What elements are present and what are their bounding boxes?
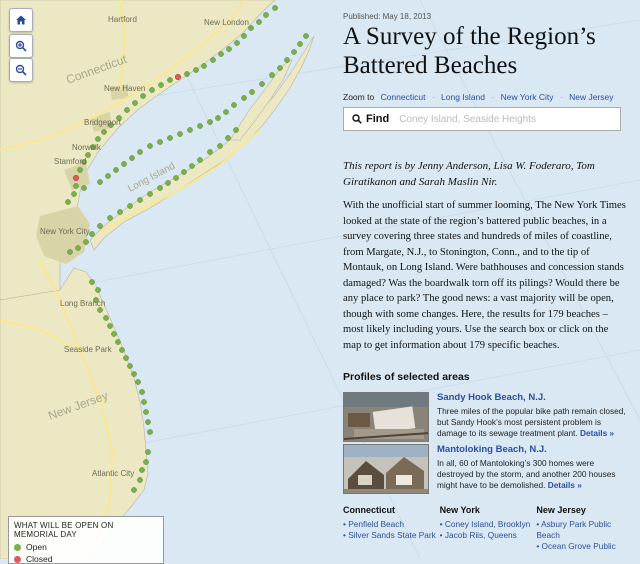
closed-swatch (14, 555, 21, 563)
search-input[interactable] (397, 112, 582, 126)
article-body: With the unofficial start of summer loom… (343, 200, 626, 351)
zoom-to-nav: Zoom to Connecticut · Long Island · New … (343, 92, 614, 102)
profile-title[interactable]: Sandy Hook Beach, N.J. (437, 392, 629, 403)
state-heading: New Jersey (536, 505, 586, 515)
label-new-haven: New Haven (104, 84, 145, 93)
beach-link[interactable]: • Silver Sands State Park (343, 530, 440, 541)
label-norwalk: Norwalk (72, 143, 102, 152)
label-long-branch: Long Branch (60, 299, 105, 308)
find-box[interactable]: Find (343, 107, 621, 131)
beach-link[interactable]: • Jacob Riis, Queens (440, 530, 537, 541)
label-bridgeport: Bridgeport (84, 118, 122, 127)
search-icon (350, 114, 364, 124)
state-heading: Connecticut (343, 505, 396, 515)
state-connecticut: Connecticut • Penfield Beach • Silver Sa… (343, 505, 440, 552)
zoom-link-long-island[interactable]: Long Island (441, 92, 485, 102)
label-new-london: New London (204, 18, 249, 27)
open-swatch (14, 543, 21, 551)
profile-photo[interactable] (343, 392, 429, 442)
state-new-jersey: New Jersey • Asbury Park Public Beach • … (536, 505, 633, 552)
legend-title: What will be open on Memorial Day (14, 521, 114, 539)
profile-title[interactable]: Mantoloking Beach, N.J. (437, 444, 629, 455)
zoom-link-new-jersey[interactable]: New Jersey (569, 92, 613, 102)
beach-link[interactable]: • Asbury Park Public Beach (536, 519, 633, 541)
zoom-in-icon (15, 40, 27, 52)
beach-lists-by-state: Connecticut • Penfield Beach • Silver Sa… (343, 505, 633, 552)
profile-photo[interactable] (343, 444, 429, 494)
separator: · (431, 92, 435, 102)
details-link[interactable]: Details » (548, 480, 582, 490)
profile-sandy-hook[interactable]: Sandy Hook Beach, N.J. Three miles of th… (343, 392, 629, 442)
beach-link[interactable]: • Penfield Beach (343, 519, 440, 530)
page-title: A Survey of the Region’s Battered Beache… (343, 23, 596, 79)
separator: · (491, 92, 495, 102)
profile-mantoloking[interactable]: Mantoloking Beach, N.J. In all, 60 of Ma… (343, 444, 629, 494)
home-button[interactable] (9, 8, 33, 32)
separator: · (559, 92, 563, 102)
map-legend: What will be open on Memorial Day Open C… (8, 516, 164, 564)
profiles-heading: Profiles of selected areas (343, 371, 470, 383)
label-seaside-park: Seaside Park (64, 345, 113, 354)
byline: This report is by Jenny Anderson, Lisa W… (343, 160, 595, 188)
details-link[interactable]: Details » (580, 428, 614, 438)
state-new-york: New York • Coney Island, Brooklyn • Jaco… (440, 505, 537, 552)
zoom-to-label: Zoom to (343, 92, 375, 102)
find-label: Find (366, 113, 390, 125)
state-heading: New York (439, 505, 480, 515)
home-icon (16, 15, 26, 25)
article-panel: Published: May 18, 2013 A Survey of the … (331, 0, 640, 559)
label-hartford: Hartford (108, 15, 137, 24)
zoom-out-icon (15, 64, 27, 76)
beach-link[interactable]: • Coney Island, Brooklyn (440, 519, 537, 530)
legend-closed: Closed (26, 554, 53, 564)
label-atlantic-city: Atlantic City (92, 469, 134, 478)
label-stamford: Stamford (54, 157, 86, 166)
profile-description: In all, 60 of Mantoloking’s 300 homes we… (437, 458, 616, 490)
zoom-out-button[interactable] (9, 58, 33, 82)
published-date: Published: May 18, 2013 (343, 12, 432, 21)
zoom-link-connecticut[interactable]: Connecticut (381, 92, 426, 102)
zoom-in-button[interactable] (9, 34, 33, 58)
beach-link[interactable]: • Ocean Grove Public (536, 541, 633, 552)
zoom-link-new-york-city[interactable]: New York City (501, 92, 554, 102)
label-new-york-city: New York City (40, 227, 90, 236)
legend-open: Open (26, 542, 47, 552)
